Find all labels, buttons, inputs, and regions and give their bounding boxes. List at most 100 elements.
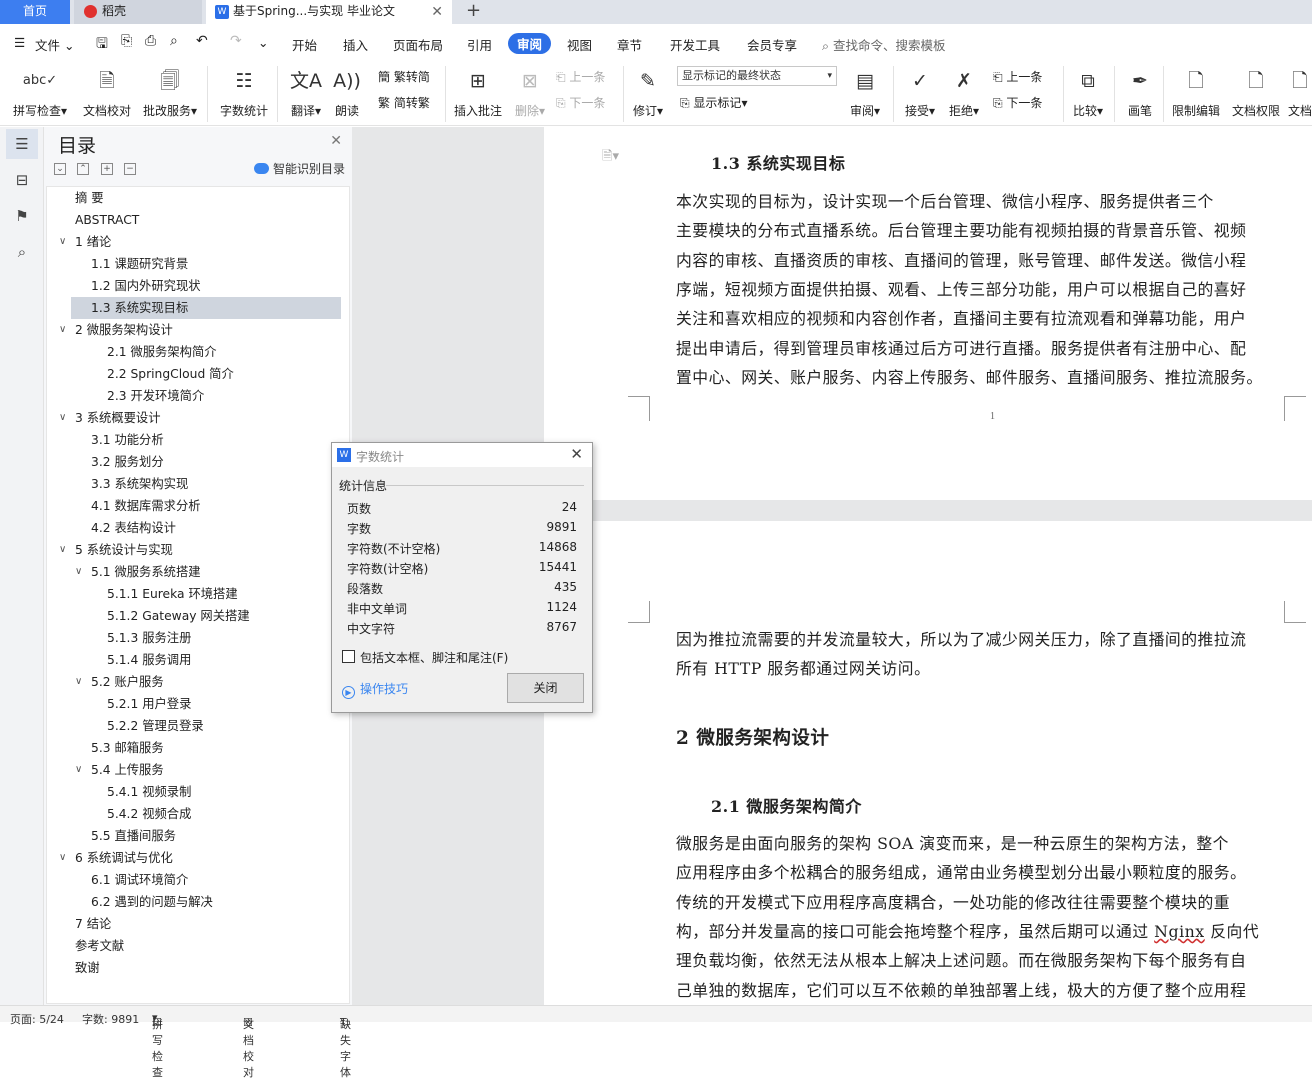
prev-change-button[interactable]: ⎗ 上一条: [993, 68, 1042, 85]
spell-check-icon: abc✓: [22, 73, 58, 88]
save-icon[interactable]: 🖫: [96, 33, 108, 57]
next-comment-button[interactable]: ⎘ 下一条: [556, 94, 605, 111]
tab-home[interactable]: 首页: [0, 0, 70, 24]
body-text-line: 应用程序由多个松耦合的服务组成，通常由业务模型划分出最小颗粒度的服务。: [676, 860, 1246, 883]
doc-more-button[interactable]: 🗋 文档: [1288, 66, 1312, 119]
chevron-down-icon[interactable]: ∨: [59, 407, 66, 429]
chevron-down-icon[interactable]: ∨: [59, 539, 66, 561]
spell-check-status[interactable]: ☑ 拼写检查 ▾: [152, 1011, 163, 1079]
menu-icon[interactable]: ☰: [14, 35, 25, 50]
toc-item-label: 1 绪论: [75, 235, 112, 249]
next-change-button[interactable]: ⎘ 下一条: [993, 94, 1042, 111]
chevron-down-icon[interactable]: ∨: [59, 231, 66, 253]
translate-label: 翻译: [290, 104, 315, 118]
add-heading-icon[interactable]: +: [101, 163, 113, 175]
close-icon[interactable]: ✕: [330, 133, 342, 149]
chapter-nav-icon[interactable]: ⊟: [11, 169, 33, 191]
menu-view[interactable]: 视图: [567, 35, 592, 54]
pen-button[interactable]: ✒ 画笔: [1120, 66, 1160, 119]
print-preview-icon[interactable]: ⌕: [170, 33, 178, 49]
s2t-icon: 繁: [378, 96, 394, 110]
chevron-down-icon[interactable]: ∨: [59, 847, 66, 869]
quick-access-dropdown-icon[interactable]: ⌄: [258, 35, 268, 50]
menu-review[interactable]: 审阅: [508, 33, 552, 54]
read-aloud-button[interactable]: A)) 朗读: [330, 66, 364, 119]
export-pdf-icon[interactable]: ⎘: [121, 33, 132, 49]
expand-all-icon[interactable]: ⌃: [77, 163, 89, 175]
close-icon[interactable]: ✕: [570, 445, 583, 463]
print-icon[interactable]: ⎙: [145, 33, 156, 49]
toc-item-label: 6.1 调试环境简介: [91, 873, 189, 887]
body-text: 反向代: [1204, 921, 1260, 941]
menu-file[interactable]: 文件 ⌄: [35, 35, 74, 54]
toc-panel-icon[interactable]: ☰: [6, 129, 38, 159]
chevron-down-icon[interactable]: ∨: [75, 671, 82, 693]
wps-writer-icon: W: [337, 448, 351, 462]
reject-button[interactable]: ✗ 拒绝▾: [944, 66, 984, 119]
menu-reference[interactable]: 引用: [467, 35, 492, 54]
spelling-flagged-word[interactable]: Nginx: [1154, 922, 1205, 941]
command-search[interactable]: ⌕ 查找命令、搜索模板: [822, 35, 946, 54]
markup-state-select[interactable]: 显示标记的最终状态 ▾: [677, 66, 837, 86]
toc-item-label: ABSTRACT: [75, 213, 140, 227]
tips-link[interactable]: ▶ 操作技巧: [342, 680, 408, 699]
menu-layout[interactable]: 页面布局: [393, 35, 443, 54]
redo-icon[interactable]: ↷: [230, 33, 242, 49]
body-text-line: 主要模块的分布式直播系统。后台管理主要功能有视频拍摄的背景音乐管、视频: [676, 221, 1247, 241]
delete-comment-button[interactable]: ⊠ 删除▾: [510, 66, 550, 119]
batch-service-button[interactable]: 🗐 批改服务▾: [139, 66, 201, 119]
doc-permission-button[interactable]: 🗋 文档权限: [1228, 66, 1284, 119]
smart-toc-button[interactable]: 智能识别目录: [254, 160, 345, 177]
insert-comment-button[interactable]: ⊞ 插入批注: [451, 66, 505, 119]
tab-document[interactable]: W 基于Spring...与实现 毕业论文 ✕: [206, 0, 452, 24]
restrict-edit-button[interactable]: 🗋 限制编辑: [1168, 66, 1224, 119]
chevron-down-icon[interactable]: ∨: [75, 759, 82, 781]
menu-devtools[interactable]: 开发工具: [670, 35, 720, 54]
menu-chapter[interactable]: 章节: [617, 35, 642, 54]
revise-button[interactable]: ✎ 修订▾: [628, 66, 668, 119]
spell-check-button[interactable]: abc✓ 拼写检查▾: [10, 66, 70, 119]
search-icon[interactable]: ⌕: [11, 241, 33, 263]
s2t-button[interactable]: 繁 简转繁: [378, 94, 430, 111]
prev-comment-button[interactable]: ⎗ 上一条: [556, 68, 605, 85]
menu-insert[interactable]: 插入: [343, 35, 368, 54]
dialog-titlebar: W 字数统计 ✕: [332, 443, 592, 467]
paragraph-settings-icon[interactable]: 🗎▾: [602, 147, 619, 169]
tab-daoke[interactable]: 稻壳: [74, 0, 202, 24]
spell-check-label: 拼写检查: [12, 104, 61, 118]
body-text: 构，部分并发量高的接口可能会拖垮整个程序，虽然后期可以通过: [676, 921, 1155, 941]
collapse-all-icon[interactable]: ⌄: [54, 163, 66, 175]
menu-member[interactable]: 会员专享: [747, 35, 797, 54]
translate-icon: 文A: [290, 70, 322, 92]
accept-button[interactable]: ✓ 接受▾: [900, 66, 940, 119]
include-textbox-label[interactable]: 包括文本框、脚注和尾注(F): [360, 649, 508, 666]
toc-item[interactable]: 1.3 系统实现目标: [71, 297, 341, 319]
doc-check-button[interactable]: 🗎 文档校对: [79, 66, 135, 119]
remove-heading-icon[interactable]: −: [124, 163, 136, 175]
chevron-down-icon[interactable]: ∨: [75, 561, 82, 583]
show-markup-button[interactable]: ⎘ 显示标记▾: [680, 94, 747, 111]
new-tab-button[interactable]: +: [458, 0, 486, 24]
word-count-button[interactable]: ☷ 字数统计: [216, 66, 272, 119]
compare-button[interactable]: ⧉ 比较▾: [1068, 66, 1108, 119]
translate-button[interactable]: 文A 翻译▾: [286, 66, 326, 119]
smart-toc-label: 智能识别目录: [273, 162, 346, 176]
toc-item-label: 2 微服务架构设计: [75, 323, 173, 337]
menu-start[interactable]: 开始: [292, 35, 317, 54]
bookmark-icon[interactable]: ⚑: [11, 205, 33, 227]
toc-item-label: 3 系统概要设计: [75, 411, 161, 425]
word-count-indicator[interactable]: 字数: 9891: [82, 1011, 139, 1027]
t2s-button[interactable]: 簡 繁转简: [378, 68, 430, 85]
undo-icon[interactable]: ↶: [196, 33, 208, 49]
crop-mark: [628, 396, 650, 397]
close-button[interactable]: 关闭: [507, 673, 584, 703]
include-textbox-checkbox[interactable]: [342, 650, 355, 663]
page-indicator[interactable]: 页面: 5/24: [10, 1011, 64, 1027]
review-pane-button[interactable]: ▤ 审阅▾: [845, 66, 885, 119]
chevron-down-icon[interactable]: ∨: [59, 319, 66, 341]
wps-writer-icon: W: [215, 5, 229, 19]
toc-item-label: 5.2 账户服务: [91, 675, 164, 689]
delete-comment-label: 删除: [514, 104, 539, 118]
next-change-label: 下一条: [1006, 96, 1043, 110]
close-tab-icon[interactable]: ✕: [431, 1, 443, 23]
